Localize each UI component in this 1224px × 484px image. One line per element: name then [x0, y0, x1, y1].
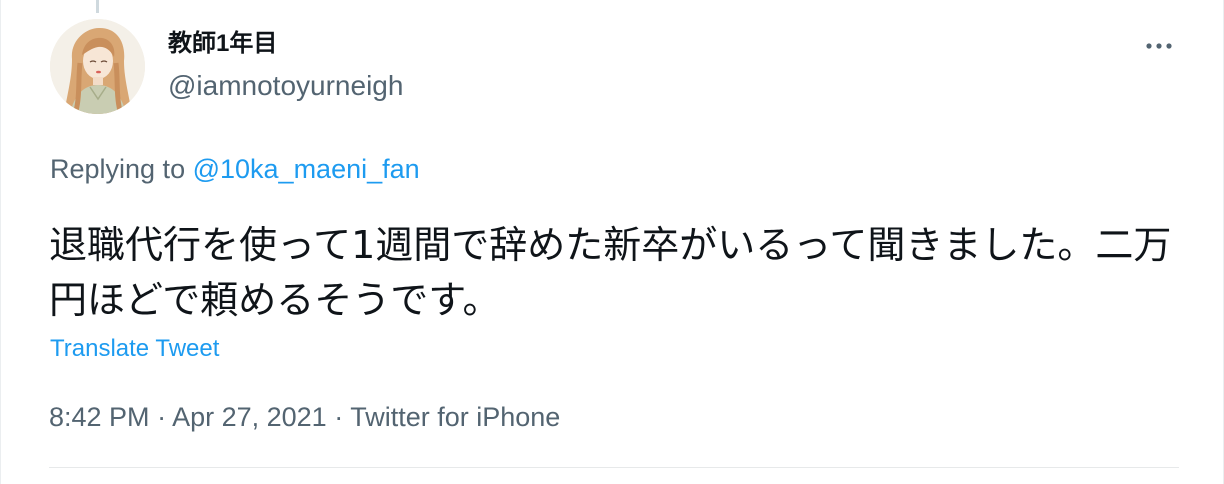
- avatar-illustration-icon: [50, 19, 145, 114]
- tweet-date[interactable]: Apr 27, 2021: [172, 402, 327, 432]
- author-handle[interactable]: @iamnotoyurneigh: [168, 69, 403, 103]
- translate-tweet-link[interactable]: Translate Tweet: [50, 333, 219, 365]
- replying-to-label: Replying to: [50, 154, 193, 184]
- meta-separator: ·: [326, 402, 351, 432]
- tweet-time[interactable]: 8:42 PM: [49, 402, 150, 432]
- avatar[interactable]: [50, 19, 145, 114]
- replying-to: Replying to @10ka_maeni_fan: [50, 151, 420, 187]
- thread-connector-line: [96, 0, 99, 13]
- tweet-metadata: 8:42 PM · Apr 27, 2021 · Twitter for iPh…: [49, 399, 560, 435]
- tweet-card: 教師1年目 @iamnotoyurneigh Replying to @10ka…: [0, 0, 1224, 484]
- more-horizontal-icon: [1146, 43, 1172, 49]
- reply-mention-link[interactable]: @10ka_maeni_fan: [193, 154, 420, 184]
- meta-separator: ·: [149, 402, 173, 432]
- tweet-text: 退職代行を使って1週間で辞めた新卒がいるって聞きました。二万円ほどで頼めるそうで…: [49, 223, 1172, 322]
- author-display-name[interactable]: 教師1年目: [168, 28, 277, 60]
- more-options-button[interactable]: [1139, 30, 1179, 62]
- tweet-source[interactable]: Twitter for iPhone: [350, 402, 560, 432]
- divider: [49, 467, 1179, 468]
